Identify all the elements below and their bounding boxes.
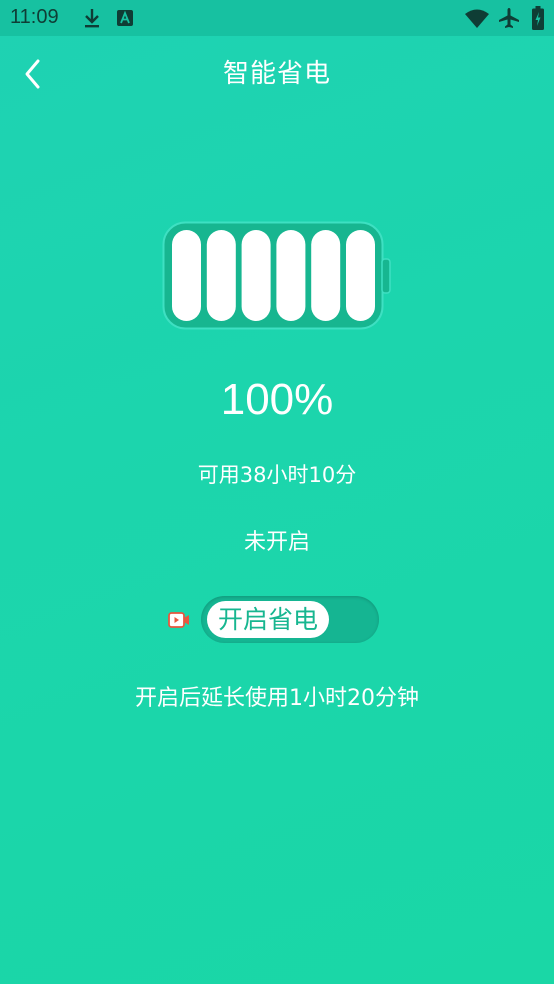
- status-bar: 11:09: [0, 0, 554, 36]
- status-time: 11:09: [10, 6, 59, 28]
- battery-bar: [206, 230, 236, 321]
- power-saving-status: 未开启: [243, 530, 310, 555]
- battery-bar: [311, 230, 341, 321]
- font-a-icon: [116, 9, 134, 31]
- battery-charging-icon: [532, 6, 544, 34]
- page-title: 智能省电: [222, 59, 331, 89]
- wifi-icon: [464, 9, 490, 33]
- extend-time-note: 开启后延长使用1小时20分钟: [135, 686, 419, 711]
- battery-bar: [172, 230, 201, 321]
- battery-bar: [241, 230, 271, 321]
- battery-percent: 100%: [220, 375, 334, 424]
- power-saving-toggle[interactable]: 开启省电: [201, 596, 379, 643]
- download-icon: [82, 7, 102, 33]
- airplane-icon: [498, 7, 520, 33]
- battery-bar: [276, 230, 306, 321]
- video-ad-icon: [168, 611, 190, 633]
- remaining-time: 可用38小时10分: [197, 463, 357, 487]
- toggle-label: 开启省电: [207, 601, 329, 638]
- battery-bar: [346, 230, 375, 321]
- battery-indicator: [162, 221, 392, 335]
